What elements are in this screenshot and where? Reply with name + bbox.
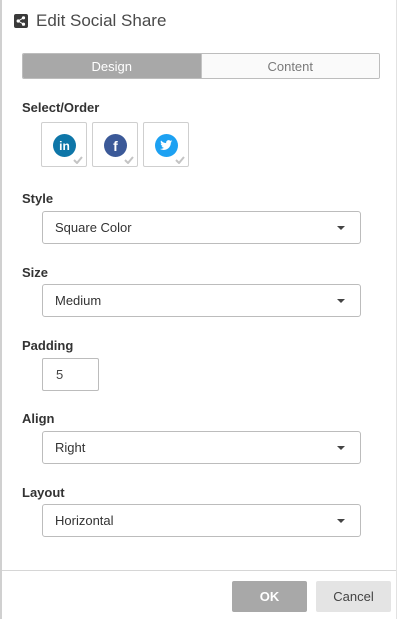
style-select-value: Square Color: [55, 220, 132, 235]
caret-down-icon: [337, 446, 345, 450]
dialog-title: Edit Social Share: [36, 11, 167, 30]
panel-left-border: [0, 0, 2, 619]
caret-down-icon: [337, 226, 345, 230]
tab-content[interactable]: Content: [200, 54, 379, 78]
style-label: Style: [22, 191, 54, 206]
style-select[interactable]: Square Color: [42, 211, 361, 244]
facebook-icon: f: [104, 134, 127, 157]
align-label: Align: [22, 411, 55, 426]
cancel-button[interactable]: Cancel: [316, 581, 391, 612]
size-select-value: Medium: [55, 293, 102, 308]
layout-select[interactable]: Horizontal: [42, 504, 361, 537]
padding-label: Padding: [22, 338, 74, 353]
align-select-value: Right: [55, 440, 86, 455]
size-select[interactable]: Medium: [42, 284, 361, 317]
check-icon: [124, 156, 134, 164]
layout-select-value: Horizontal: [55, 513, 114, 528]
share-icon: [14, 14, 28, 28]
social-network-list: in f: [41, 122, 194, 167]
linkedin-tile[interactable]: in: [41, 122, 87, 167]
select-order-label: Select/Order: [22, 100, 100, 115]
caret-down-icon: [337, 299, 345, 303]
padding-input[interactable]: 5: [42, 358, 99, 391]
check-icon: [73, 156, 83, 164]
tab-bar: Design Content: [22, 53, 380, 79]
check-icon: [175, 156, 185, 164]
twitter-tile[interactable]: [143, 122, 189, 167]
ok-button[interactable]: OK: [232, 581, 307, 612]
linkedin-icon: in: [53, 134, 76, 157]
layout-label: Layout: [22, 485, 65, 500]
facebook-tile[interactable]: f: [92, 122, 138, 167]
dialog-header: Edit Social Share: [14, 10, 166, 32]
footer-divider: [2, 570, 396, 571]
twitter-icon: [155, 134, 178, 157]
align-select[interactable]: Right: [42, 431, 361, 464]
caret-down-icon: [337, 519, 345, 523]
size-label: Size: [22, 265, 49, 280]
tab-design[interactable]: Design: [23, 54, 201, 78]
